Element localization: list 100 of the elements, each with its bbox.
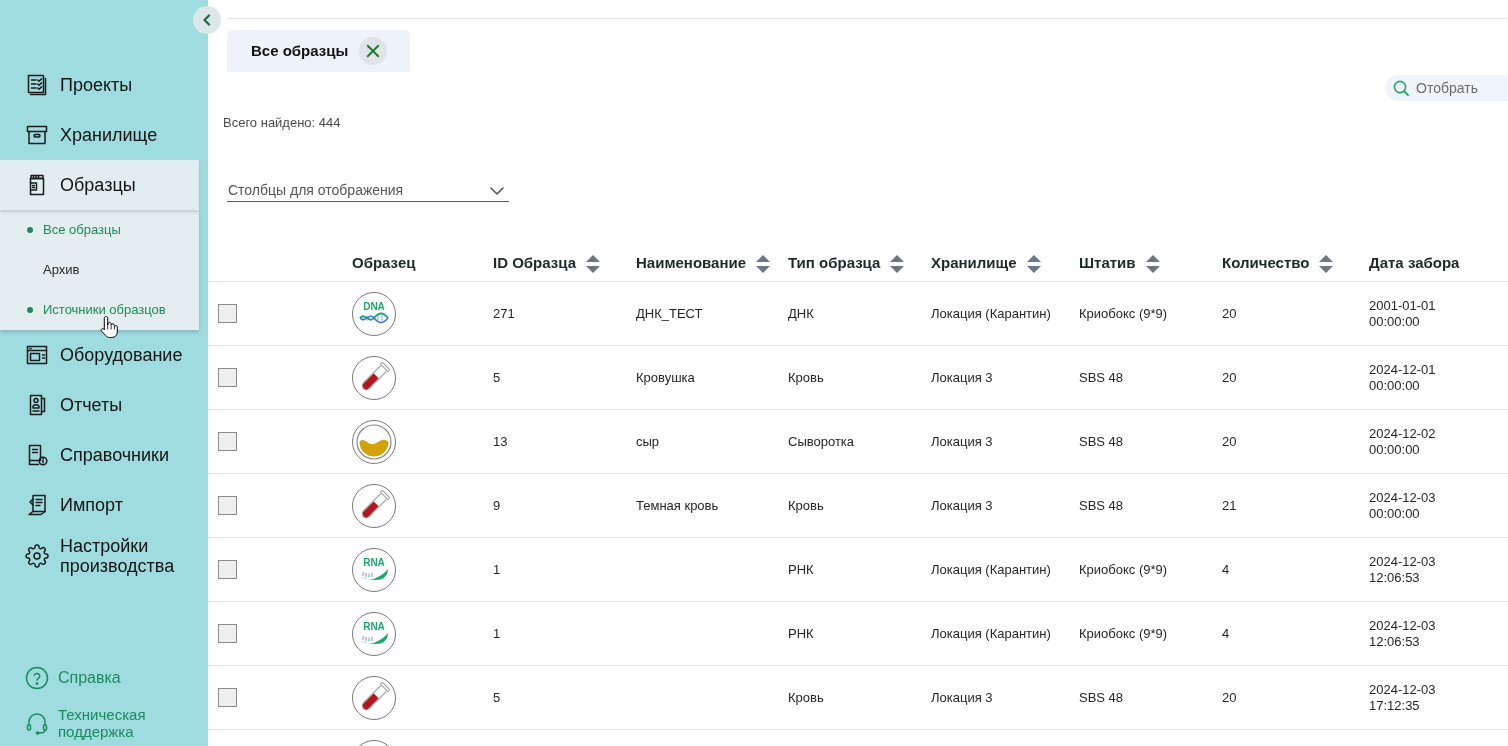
table-cell: SBS 48 xyxy=(1079,433,1124,450)
nav-item[interactable]: Проекты xyxy=(0,60,199,110)
table-cell: Криобокс (9*9) xyxy=(1079,625,1168,642)
table-cell: Локация (Карантин) xyxy=(931,561,1051,578)
rna-icon: RNA xyxy=(352,611,396,656)
rna-icon: RNA xyxy=(352,547,396,592)
table-cell: 4 xyxy=(1222,625,1230,642)
nav-item[interactable]: Хранилище xyxy=(0,110,199,160)
column-header[interactable]: Тип образца xyxy=(788,251,931,276)
table-cell: РНК xyxy=(788,625,814,642)
nav-item[interactable]: Образцы xyxy=(0,160,199,210)
search-icon xyxy=(1393,80,1409,96)
column-header[interactable]: Количество xyxy=(1222,251,1369,276)
column-header[interactable]: ID Образца xyxy=(493,251,636,276)
table-cell: 9 xyxy=(493,497,501,514)
table-cell: 1 xyxy=(493,561,501,578)
results-count: Всего найдено: 444 xyxy=(223,115,341,131)
table-cell: РНК xyxy=(788,561,814,578)
nav-item[interactable]: Импорт xyxy=(0,480,199,530)
chevron-down-icon xyxy=(490,186,504,195)
headset-icon xyxy=(25,711,49,735)
nav-item[interactable]: Настройки производства xyxy=(0,530,199,582)
collapse-sidebar-button[interactable] xyxy=(193,6,221,34)
table-cell: Кровь xyxy=(788,369,824,386)
sort-icon[interactable] xyxy=(755,253,772,274)
table-cell: Кровь xyxy=(788,497,824,514)
nav-item[interactable]: Справочники xyxy=(0,430,199,480)
checkbox[interactable] xyxy=(218,368,237,387)
table-cell: SBS 48 xyxy=(1079,689,1124,706)
column-header: Образец xyxy=(352,253,417,274)
submenu-item[interactable]: Все образцы xyxy=(0,210,199,250)
column-header[interactable]: Штатив xyxy=(1079,251,1222,276)
table-cell-text: 2024-12-03 17:12:35 xyxy=(1369,681,1437,714)
table-cell-text: 2024-12-03 12:06:53 xyxy=(1369,617,1437,650)
table-cell: 21 xyxy=(1222,497,1237,514)
table-cell-text: 2024-12-03 12:06:53 xyxy=(1369,553,1437,586)
table-cell: 5 xyxy=(493,689,501,706)
checkbox[interactable] xyxy=(218,560,237,579)
close-icon xyxy=(366,44,381,58)
table-cell: 5 xyxy=(493,369,501,386)
sort-icon[interactable] xyxy=(889,253,906,274)
columns-dropdown[interactable]: Столбцы для отображения xyxy=(227,180,509,202)
blood-tube-icon xyxy=(352,483,396,528)
sort-icon[interactable] xyxy=(1318,253,1335,274)
table-cell: 20 xyxy=(1222,689,1237,706)
table-cell: 20 xyxy=(1222,433,1237,450)
table-cell: 13 xyxy=(493,433,508,450)
blood-tube-icon xyxy=(352,355,396,400)
table-cell-text: 2024-12-03 00:00:00 xyxy=(1369,489,1437,522)
checkbox[interactable] xyxy=(218,432,237,451)
checkbox[interactable] xyxy=(218,688,237,707)
table-cell: Локация 3 xyxy=(931,689,993,706)
sort-icon[interactable] xyxy=(585,253,601,274)
table-cell: Темная кровь xyxy=(636,497,719,514)
device-window-icon xyxy=(25,343,49,367)
blood-tube-icon xyxy=(352,675,396,720)
checkbox[interactable] xyxy=(218,304,237,323)
table-cell-text: 2024-12-01 00:00:00 xyxy=(1369,361,1437,394)
table-cell: Локация (Карантин) xyxy=(931,625,1051,642)
table-cell-text: 2024-12-02 00:00:00 xyxy=(1369,425,1437,458)
table-cell: SBS 48 xyxy=(1079,369,1124,386)
submenu-item[interactable]: Архив xyxy=(0,250,199,290)
table-cell: Криобокс (9*9) xyxy=(1079,305,1168,322)
settings-icon xyxy=(25,544,49,568)
dna-icon: DNA xyxy=(352,291,396,336)
table-cell: Локация 3 xyxy=(931,497,993,514)
search-field[interactable]: Отобрать xyxy=(1385,75,1508,101)
table-cell: Локация 3 xyxy=(931,433,993,450)
close-tab-button[interactable] xyxy=(359,37,388,65)
table-cell: ДНК xyxy=(788,305,814,322)
table-cell: сыр xyxy=(636,433,660,450)
table-cell: ДНК_ТЕСТ xyxy=(636,305,703,322)
table-cell: 20 xyxy=(1222,369,1237,386)
scroll-document-icon xyxy=(25,493,49,517)
table-cell: 4 xyxy=(1222,561,1230,578)
submenu-item[interactable]: Источники образцов xyxy=(0,290,199,330)
archive-box-icon xyxy=(25,123,49,147)
column-header: Дата забора xyxy=(1369,253,1461,274)
table-cell: 1 xyxy=(493,625,501,642)
table-cell: Сыворотка xyxy=(788,433,855,450)
clipboard-checklist-icon xyxy=(25,73,49,97)
tab[interactable]: Все образцы xyxy=(227,30,411,72)
checkbox[interactable] xyxy=(218,624,237,643)
chevron-left-icon xyxy=(201,14,213,26)
table-cell: 20 xyxy=(1222,305,1237,322)
table-cell-text: 2001-01-01 00:00:00 xyxy=(1369,297,1437,330)
serum-icon xyxy=(352,419,396,464)
table-cell: Локация 3 xyxy=(931,369,993,386)
table-cell: 271 xyxy=(493,305,515,322)
nav-item[interactable]: Отчеты xyxy=(0,380,199,430)
table-cell: Кровушка xyxy=(636,369,695,386)
column-header[interactable]: Хранилище xyxy=(931,251,1079,276)
nav-item[interactable]: Оборудование xyxy=(0,330,199,380)
sort-icon[interactable] xyxy=(1025,253,1042,274)
table-cell: Кровь xyxy=(788,689,824,706)
sort-icon[interactable] xyxy=(1144,253,1161,274)
table-cell: SBS 48 xyxy=(1079,497,1124,514)
table-cell: Локация (Карантин) xyxy=(931,305,1051,322)
checkbox[interactable] xyxy=(218,496,237,515)
column-header[interactable]: Наименование xyxy=(636,251,788,276)
